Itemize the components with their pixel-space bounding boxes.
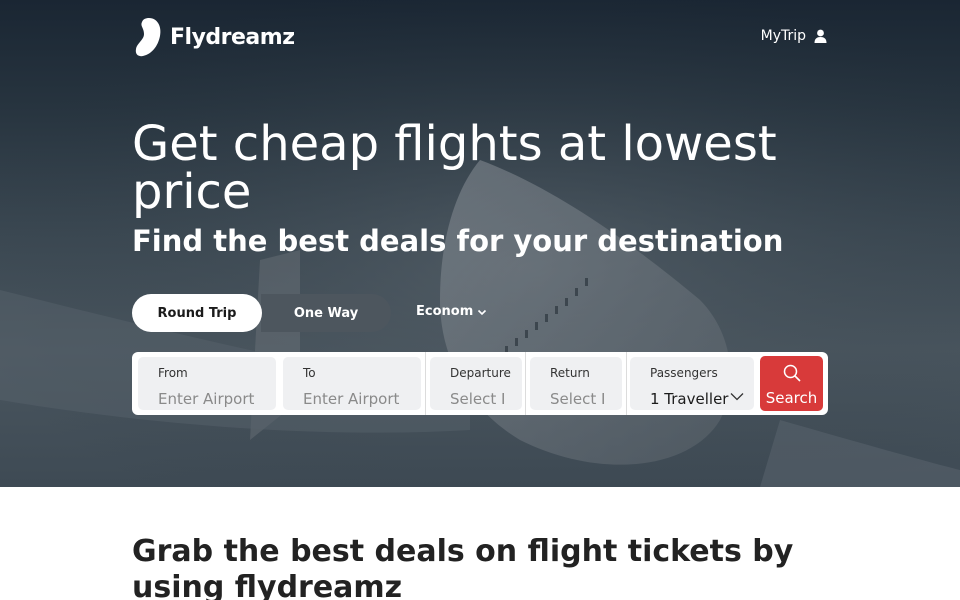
divider	[425, 352, 426, 415]
trip-type-tabs: Round Trip One Way	[132, 294, 391, 332]
hero-section: Flydreamz MyTrip Get cheap flights at lo…	[0, 0, 960, 487]
chevron-down-icon	[477, 309, 487, 315]
chevron-down-icon	[730, 393, 744, 401]
to-input[interactable]: Enter Airport or City	[303, 390, 401, 408]
to-label: To	[303, 366, 316, 380]
departure-label: Departure	[450, 366, 511, 380]
return-input[interactable]: Select Date	[550, 390, 604, 408]
return-label: Return	[550, 366, 590, 380]
departure-input[interactable]: Select Date	[450, 390, 504, 408]
user-icon	[814, 29, 827, 43]
passengers-label: Passengers	[650, 366, 718, 380]
from-label: From	[158, 366, 188, 380]
mytrip-label: MyTrip	[760, 28, 806, 44]
round-trip-tab[interactable]: Round Trip	[132, 294, 262, 332]
return-field[interactable]: Return Select Date	[530, 357, 622, 410]
from-field[interactable]: From Enter Airport or City	[138, 357, 276, 410]
brand-logo[interactable]: Flydreamz	[134, 16, 295, 58]
search-button-label: Search	[765, 389, 818, 407]
search-button[interactable]: Search	[760, 356, 823, 411]
logo-icon	[135, 18, 161, 57]
brand-name: Flydreamz	[170, 24, 295, 50]
divider	[525, 352, 526, 415]
cabin-class-label: Economy	[416, 304, 473, 319]
flight-search-form: From Enter Airport or City To Enter Airp…	[132, 352, 828, 415]
one-way-tab[interactable]: One Way	[261, 294, 391, 332]
cabin-class-dropdown[interactable]: Economy	[416, 304, 487, 319]
passengers-value[interactable]: 1 Traveller	[650, 390, 730, 408]
to-field[interactable]: To Enter Airport or City	[283, 357, 421, 410]
hero-subtitle: Find the best deals for your destination	[132, 224, 784, 258]
hero-title: Get cheap flights at lowest price	[132, 116, 777, 220]
from-input[interactable]: Enter Airport or City	[158, 390, 256, 408]
deals-heading: Grab the best deals on flight tickets by…	[132, 534, 794, 600]
divider	[626, 352, 627, 415]
search-icon	[783, 364, 801, 382]
passengers-field[interactable]: Passengers 1 Traveller	[630, 357, 754, 410]
departure-field[interactable]: Departure Select Date	[430, 357, 522, 410]
mytrip-link[interactable]: MyTrip	[761, 28, 827, 44]
